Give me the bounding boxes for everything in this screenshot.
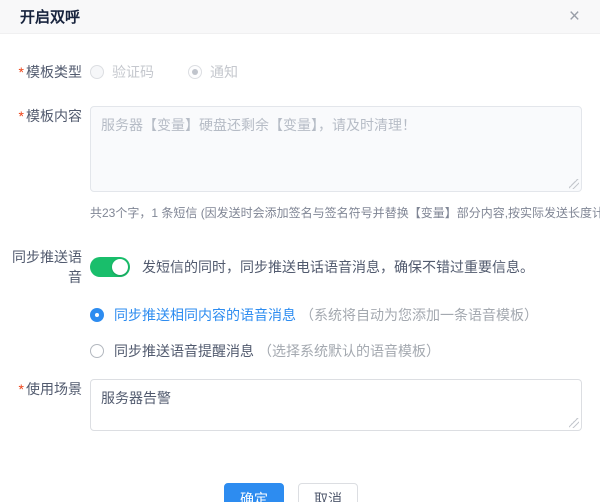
voice-option-reminder-note: （选择系统默认的语音模板） xyxy=(258,341,440,361)
template-type-row: *模板类型 验证码 通知 xyxy=(0,62,582,82)
required-star: * xyxy=(19,64,24,80)
dialog-title: 开启双呼 xyxy=(20,6,80,27)
sync-voice-toggle[interactable] xyxy=(90,257,130,277)
usage-scene-field-wrap: 服务器告警 xyxy=(90,379,582,431)
sync-voice-row: 同步推送语音 发短信的同时，同步推送电话语音消息，确保不错过重要信息。 xyxy=(0,247,582,287)
toggle-knob-icon xyxy=(112,259,128,275)
resize-grip-icon[interactable] xyxy=(569,179,579,189)
required-star: * xyxy=(19,108,24,124)
usage-scene-label: *使用场景 xyxy=(0,379,90,431)
sync-voice-label: 同步推送语音 xyxy=(0,247,90,287)
template-content-field-wrap xyxy=(90,106,582,192)
template-type-label: *模板类型 xyxy=(0,62,90,82)
cancel-button[interactable]: 取消 xyxy=(298,483,358,502)
radio-circle-unchecked-icon xyxy=(90,65,104,79)
radio-notification-label: 通知 xyxy=(210,62,238,82)
voice-option-reminder-label: 同步推送语音提醒消息 xyxy=(114,341,254,361)
dialog-header: 开启双呼 × xyxy=(0,0,600,34)
template-content-row: *模板内容 xyxy=(0,106,582,192)
voice-option-same-content-label: 同步推送相同内容的语音消息 xyxy=(114,305,296,325)
voice-option-same-content[interactable]: 同步推送相同内容的语音消息 （系统将自动为您添加一条语音模板） xyxy=(90,305,582,325)
template-content-label: *模板内容 xyxy=(0,106,90,192)
voice-option-reminder[interactable]: 同步推送语音提醒消息 （选择系统默认的语音模板） xyxy=(90,341,582,361)
radio-notification[interactable]: 通知 xyxy=(188,62,238,82)
sync-voice-description: 发短信的同时，同步推送电话语音消息，确保不错过重要信息。 xyxy=(142,257,534,277)
radio-selected-icon xyxy=(90,308,104,322)
radio-verification-code[interactable]: 验证码 xyxy=(90,62,154,82)
usage-scene-textarea[interactable]: 服务器告警 xyxy=(90,379,582,431)
radio-verification-code-label: 验证码 xyxy=(112,62,154,82)
usage-scene-row: *使用场景 服务器告警 xyxy=(0,379,582,431)
radio-unselected-icon xyxy=(90,344,104,358)
template-type-radio-group: 验证码 通知 xyxy=(90,62,582,82)
resize-grip-icon[interactable] xyxy=(569,418,579,428)
enable-dual-call-dialog: 开启双呼 × *模板类型 验证码 通知 *模板内容 xyxy=(0,0,600,502)
required-star: * xyxy=(19,381,24,397)
radio-circle-checked-icon xyxy=(188,65,202,79)
close-icon[interactable]: × xyxy=(569,7,580,26)
sms-count-helper-text: 共23个字，1 条短信 (因发送时会添加签名与签名符号并替换【变量】部分内容,按… xyxy=(90,204,600,221)
dialog-body: *模板类型 验证码 通知 *模板内容 共23个字，1 条短信 ( xyxy=(0,34,600,502)
voice-option-same-content-note: （系统将自动为您添加一条语音模板） xyxy=(300,305,538,325)
dialog-footer: 确定 取消 xyxy=(0,483,582,502)
confirm-button[interactable]: 确定 xyxy=(224,483,284,502)
sms-count-helper-row: 共23个字，1 条短信 (因发送时会添加签名与签名符号并替换【变量】部分内容,按… xyxy=(90,204,582,221)
template-content-textarea[interactable] xyxy=(90,106,582,192)
